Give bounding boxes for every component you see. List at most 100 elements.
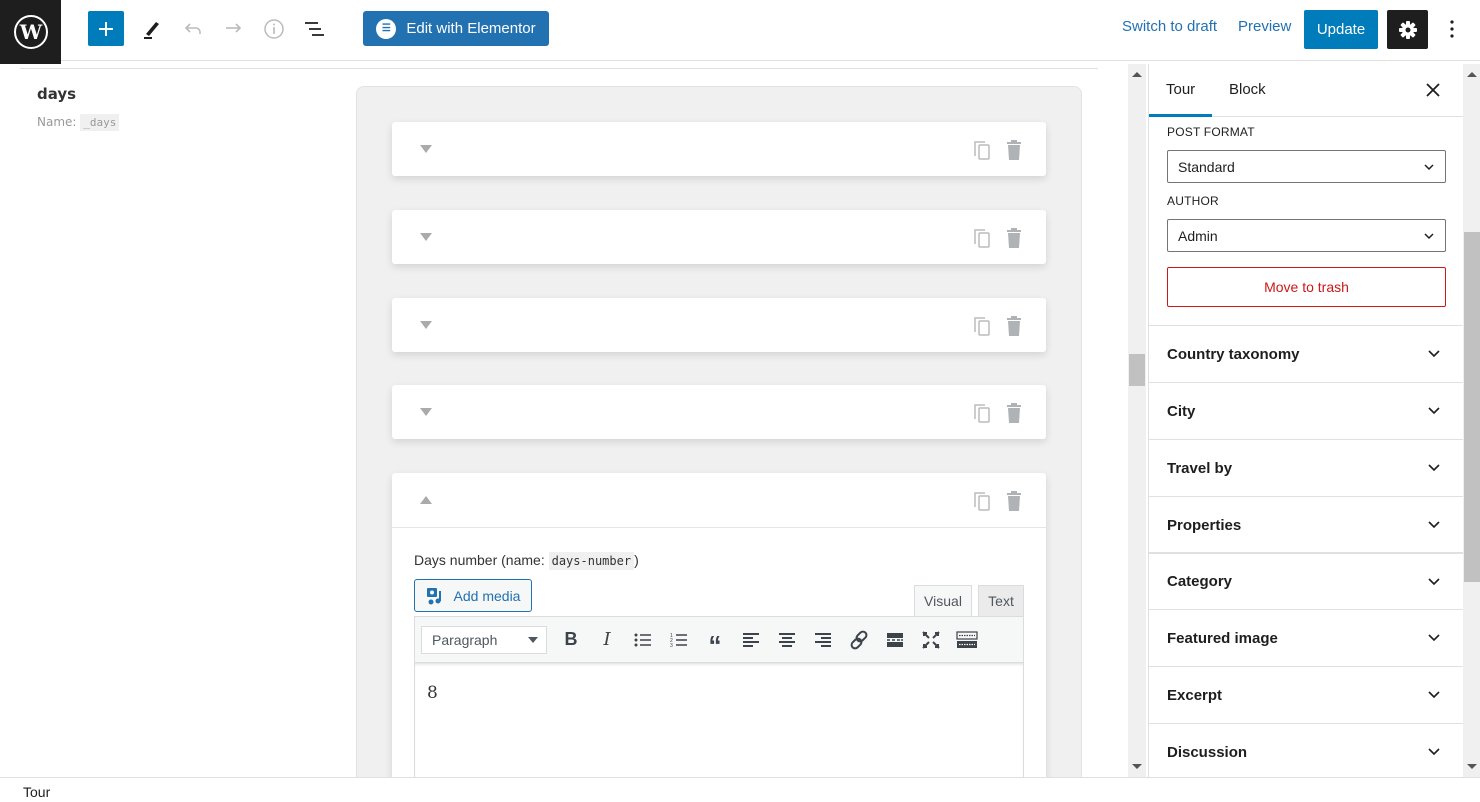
add-media-button[interactable]: Add media (414, 579, 532, 612)
duplicate-icon[interactable] (972, 139, 992, 161)
fullscreen-button[interactable] (913, 625, 949, 655)
editor-canvas: days Name: _days Days number (name: days… (0, 64, 1128, 777)
expand-toggle-icon[interactable] (419, 406, 433, 418)
wysiwyg-content-area[interactable]: 8 (414, 663, 1024, 777)
post-format-value: Standard (1178, 158, 1235, 175)
scroll-down-arrow-icon[interactable] (1467, 764, 1477, 769)
update-button[interactable]: Update (1304, 10, 1378, 49)
wordpress-logo-icon: W (13, 15, 48, 49)
switch-to-draft-button[interactable]: Switch to draft (1122, 18, 1217, 35)
trash-icon[interactable] (1004, 227, 1024, 249)
chevron-down-icon (1428, 350, 1440, 358)
editor-header: W ☰ Edit with Elementor Switch to draft … (0, 0, 1480, 64)
panel-title: Category (1167, 573, 1233, 590)
chevron-down-icon (1424, 163, 1434, 170)
link-button[interactable] (841, 625, 877, 655)
info-icon (264, 19, 284, 39)
panel-travel-by[interactable]: Travel by (1149, 439, 1463, 496)
breadcrumb-item-tour[interactable]: Tour (23, 784, 50, 800)
undo-button[interactable] (177, 13, 209, 45)
align-center-icon (779, 632, 795, 647)
tools-button[interactable] (136, 13, 168, 45)
details-button[interactable] (258, 13, 290, 45)
panel-title: Properties (1167, 516, 1242, 534)
sidebar-scrollbar-thumb[interactable] (1464, 232, 1480, 582)
subfield-label-suffix: ) (634, 552, 639, 568)
chevron-down-icon (1424, 232, 1434, 239)
expand-toggle-icon[interactable] (419, 143, 433, 155)
post-format-label: POST FORMAT (1167, 125, 1255, 139)
expand-toggle-icon[interactable] (419, 231, 433, 243)
keyboard-icon (956, 630, 978, 648)
editor-scrollbar-thumb[interactable] (1129, 354, 1145, 386)
duplicate-icon[interactable] (972, 402, 992, 424)
edit-with-elementor-button[interactable]: ☰ Edit with Elementor (363, 11, 549, 46)
scroll-up-arrow-icon[interactable] (1132, 72, 1142, 77)
panel-properties[interactable]: Properties (1149, 496, 1463, 553)
trash-icon[interactable] (1004, 139, 1024, 161)
duplicate-icon[interactable] (972, 490, 992, 512)
bold-button[interactable]: B (553, 625, 589, 655)
content-text: 8 (427, 683, 438, 703)
options-button[interactable] (1442, 14, 1462, 44)
move-to-trash-button[interactable]: Move to trash (1167, 267, 1446, 307)
panel-excerpt[interactable]: Excerpt (1149, 666, 1463, 723)
tab-block[interactable]: Block (1229, 81, 1266, 98)
italic-button[interactable]: I (589, 625, 625, 655)
align-center-button[interactable] (769, 625, 805, 655)
panel-featured-image[interactable]: Featured image (1149, 609, 1463, 666)
panel-title: Country taxonomy (1167, 345, 1300, 363)
panel-city[interactable]: City (1149, 382, 1463, 439)
tab-visual[interactable]: Visual (914, 585, 972, 617)
panel-country-taxonomy[interactable]: Country taxonomy (1149, 325, 1463, 382)
align-right-button[interactable] (805, 625, 841, 655)
scroll-down-arrow-icon[interactable] (1132, 764, 1142, 769)
trash-icon[interactable] (1004, 402, 1024, 424)
repeater-item (392, 298, 1046, 352)
redo-button[interactable] (217, 13, 249, 45)
editor-scrollbar[interactable] (1128, 64, 1146, 777)
block-breadcrumb-bar: Tour (0, 777, 1480, 802)
post-format-select[interactable]: Standard (1167, 150, 1446, 183)
duplicate-icon[interactable] (972, 227, 992, 249)
numbered-list-icon: 123 (670, 633, 687, 648)
panel-title: Discussion (1167, 743, 1248, 761)
read-more-button[interactable] (877, 625, 913, 655)
wordpress-logo-button[interactable]: W (0, 0, 61, 64)
tab-text[interactable]: Text (978, 585, 1024, 617)
bulleted-list-button[interactable] (625, 625, 661, 655)
svg-text:W: W (18, 20, 42, 44)
settings-button[interactable] (1387, 10, 1428, 49)
trash-icon[interactable] (1004, 315, 1024, 337)
expand-toggle-icon[interactable] (419, 319, 433, 331)
numbered-list-button[interactable]: 123 (661, 625, 697, 655)
scroll-up-arrow-icon[interactable] (1467, 72, 1477, 77)
panel-category[interactable]: Category (1149, 552, 1463, 609)
sidebar-scrollbar[interactable] (1463, 64, 1480, 777)
media-icon (426, 587, 441, 604)
subfield-name-code: days-number (548, 552, 635, 570)
format-select[interactable]: Paragraph (421, 625, 547, 654)
author-select[interactable]: Admin (1167, 219, 1446, 252)
author-label: AUTHOR (1167, 194, 1219, 208)
link-icon (850, 630, 868, 649)
list-view-button[interactable] (298, 13, 330, 45)
tab-tour[interactable]: Tour (1166, 81, 1195, 98)
pencil-icon (144, 22, 159, 39)
align-left-button[interactable] (733, 625, 769, 655)
collapse-toggle-icon[interactable] (419, 494, 433, 506)
toolbar-toggle-button[interactable] (949, 625, 985, 655)
add-block-button[interactable] (88, 11, 124, 46)
author-value: Admin (1178, 227, 1218, 244)
preview-button[interactable]: Preview (1238, 18, 1291, 35)
chevron-down-icon (1428, 521, 1440, 529)
undo-icon (184, 23, 201, 34)
close-icon[interactable] (1423, 80, 1443, 100)
trash-icon[interactable] (1004, 490, 1024, 512)
panel-title: City (1167, 402, 1196, 420)
more-vertical-icon (1450, 20, 1454, 38)
repeater-item (392, 122, 1046, 176)
duplicate-icon[interactable] (972, 315, 992, 337)
panel-discussion[interactable]: Discussion (1149, 723, 1463, 777)
blockquote-button[interactable]: “ (697, 625, 733, 658)
